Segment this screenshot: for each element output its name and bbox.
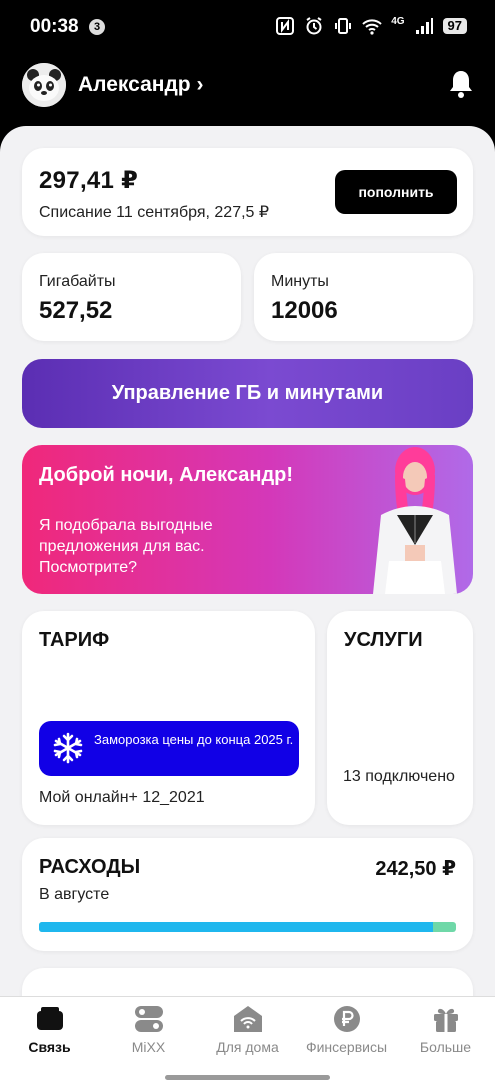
nav-item-more[interactable]: Больше [396,1005,495,1055]
battery-indicator: 97 [442,18,467,34]
nav-label: Финсервисы [305,1039,388,1055]
alarm-icon [306,17,322,35]
status-icons: 4G 97 [275,16,467,36]
nav-item-mixx[interactable]: MiXX [99,1005,198,1055]
snowflake-icon [53,732,83,764]
spending-progress-fill [39,922,434,932]
nav-label: Связь [28,1039,71,1055]
spending-title: РАСХОДЫ [39,856,141,878]
chevron-right-icon: › [196,73,204,96]
promo-body: Я подобрала выгодные предложения для вас… [39,517,213,576]
content-sheet: 297,41 ₽ Списание 11 сентября, 227,5 ₽ п… [0,126,495,996]
app-header: Александр › [0,56,495,126]
nav-label: MiXX [131,1039,166,1055]
toggles-icon [134,1006,163,1032]
services-count: 13 подключено [343,768,455,785]
tariff-plan-name: Мой онлайн+ 12_2021 [39,789,205,806]
vibrate-icon [335,18,352,34]
home-wifi-icon [233,1006,262,1032]
home-indicator [165,1075,330,1080]
manage-gb-minutes-button[interactable]: Управление ГБ и минутами [22,359,473,428]
panda-avatar-icon [22,63,66,107]
clock: 00:38 [30,16,79,37]
notification-count-badge: 3 [89,19,105,35]
next-card-partial [22,968,473,996]
services-title: УСЛУГИ [344,629,423,651]
spending-amount: 242,50 ₽ [375,858,456,880]
promo-headline: Доброй ночи, Александр! [39,464,294,486]
gigabytes-card[interactable]: Гигабайты 527,52 [22,253,241,341]
tariff-card[interactable]: ТАРИФ Заморозка цены до конца 2025 г. Мо… [22,611,315,825]
tariff-title: ТАРИФ [39,629,110,651]
profile-link[interactable]: Александр › [78,73,203,97]
balance-card[interactable]: 297,41 ₽ Списание 11 сентября, 227,5 ₽ п… [22,148,473,236]
nfc-icon [276,17,295,35]
bottom-nav: Связь MiXX Для дома Финсервисы Больше [0,996,495,1090]
gigabytes-label: Гигабайты [39,273,116,290]
minutes-value: 12006 [271,297,338,324]
status-bar: 00:38 3 4G 97 [0,0,495,56]
spending-period: В августе [39,886,110,903]
spending-progress-bar [39,922,456,932]
network-type: 4G [391,15,405,27]
nav-label: Для дома [216,1039,279,1055]
balance-amount: 297,41 ₽ [39,167,139,194]
bell-icon[interactable] [447,68,475,100]
next-charge-note: Списание 11 сентября, 227,5 ₽ [39,204,270,221]
nav-item-home[interactable]: Для дома [198,1005,297,1055]
ruble-coin-icon [333,1006,360,1032]
wifi-icon [362,19,382,35]
avatar[interactable] [22,63,66,107]
nav-label: Больше [419,1039,472,1055]
gift-icon [433,1008,458,1032]
price-freeze-text: Заморозка цены до конца 2025 г. [94,732,294,747]
wallet-icon [36,1007,63,1030]
minutes-label: Минуты [271,273,329,290]
spending-card[interactable]: РАСХОДЫ 242,50 ₽ В августе [22,838,473,951]
user-name: Александр [78,73,191,96]
services-card[interactable]: УСЛУГИ 13 подключено [327,611,473,825]
price-freeze-badge: Заморозка цены до конца 2025 г. [39,721,299,776]
assistant-illustration [373,447,457,594]
gigabytes-value: 527,52 [39,297,113,324]
topup-button[interactable]: пополнить [335,170,457,214]
promo-banner[interactable]: Доброй ночи, Александр! Я подобрала выго… [22,445,473,594]
nav-item-finservices[interactable]: Финсервисы [297,1005,396,1055]
signal-icon [415,18,433,34]
minutes-card[interactable]: Минуты 12006 [254,253,473,341]
nav-item-svyaz[interactable]: Связь [0,1005,99,1055]
